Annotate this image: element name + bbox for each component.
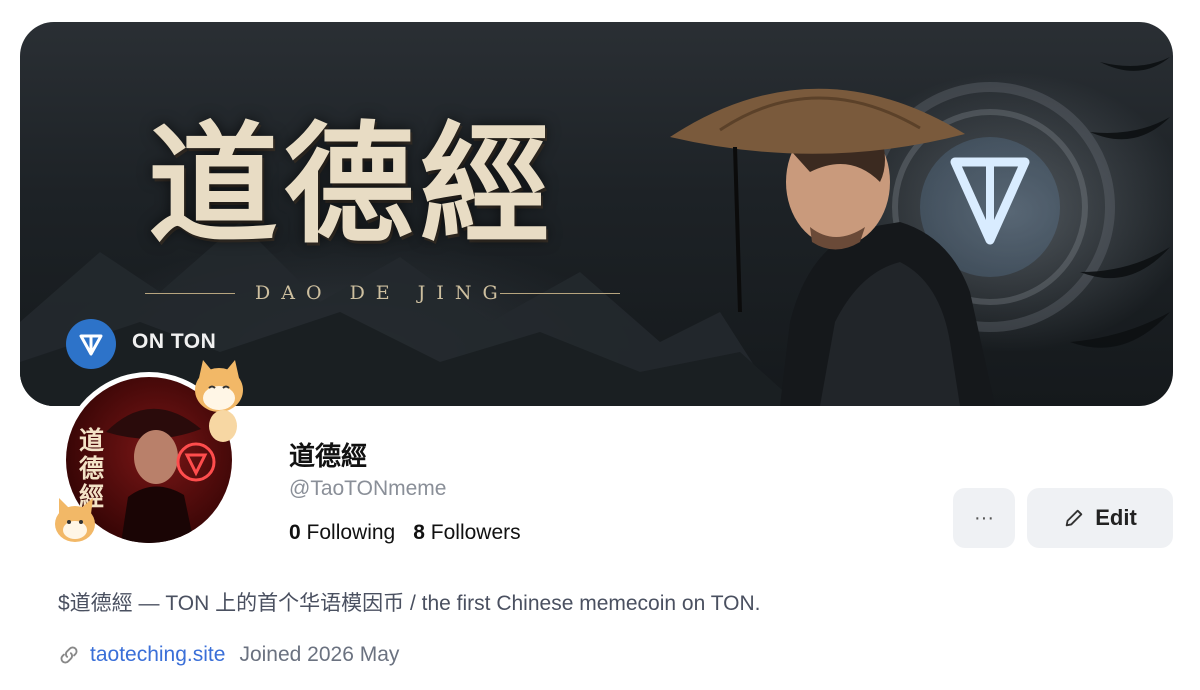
more-options-button[interactable]: ··· [953, 488, 1015, 548]
ton-logo-icon [66, 319, 116, 369]
followers-count: 8 [413, 521, 425, 544]
profile-banner: 道德經 DAO DE JING ON TON [20, 22, 1173, 406]
website-link[interactable]: taoteching.site [90, 643, 225, 667]
display-name: 道德經 [289, 441, 368, 471]
banner-subtitle: DAO DE JING [255, 282, 509, 304]
user-handle: @TaoTONmeme [289, 477, 447, 500]
pencil-icon [1065, 509, 1083, 527]
following-count: 0 [289, 521, 301, 544]
edit-profile-button[interactable]: Edit [1027, 488, 1173, 548]
subtitle-right-rule [500, 293, 620, 294]
joined-date: Joined 2026 May [239, 643, 400, 666]
following-link[interactable]: 0 Following [289, 521, 395, 544]
follow-stats: 0 Following 8 Followers [289, 521, 521, 545]
link-icon [60, 646, 78, 664]
following-label: Following [306, 521, 396, 544]
on-ton-label: ON TON [132, 330, 217, 353]
profile-meta: taoteching.site Joined 2026 May [58, 643, 399, 667]
shiba-pup-sticker-icon [55, 498, 95, 542]
followers-link[interactable]: 8 Followers [413, 521, 520, 544]
edit-label: Edit [1095, 505, 1137, 530]
banner-title: 道德經 [148, 108, 557, 261]
profile-bio: $道德經 — TON 上的首个华语模因币 / the first Chinese… [58, 592, 761, 615]
more-icon: ··· [974, 506, 994, 529]
subtitle-left-rule [145, 293, 235, 294]
followers-label: Followers [430, 521, 521, 544]
shiba-sticker-icon [195, 360, 243, 442]
avatar[interactable]: 道德經 [55, 360, 243, 548]
